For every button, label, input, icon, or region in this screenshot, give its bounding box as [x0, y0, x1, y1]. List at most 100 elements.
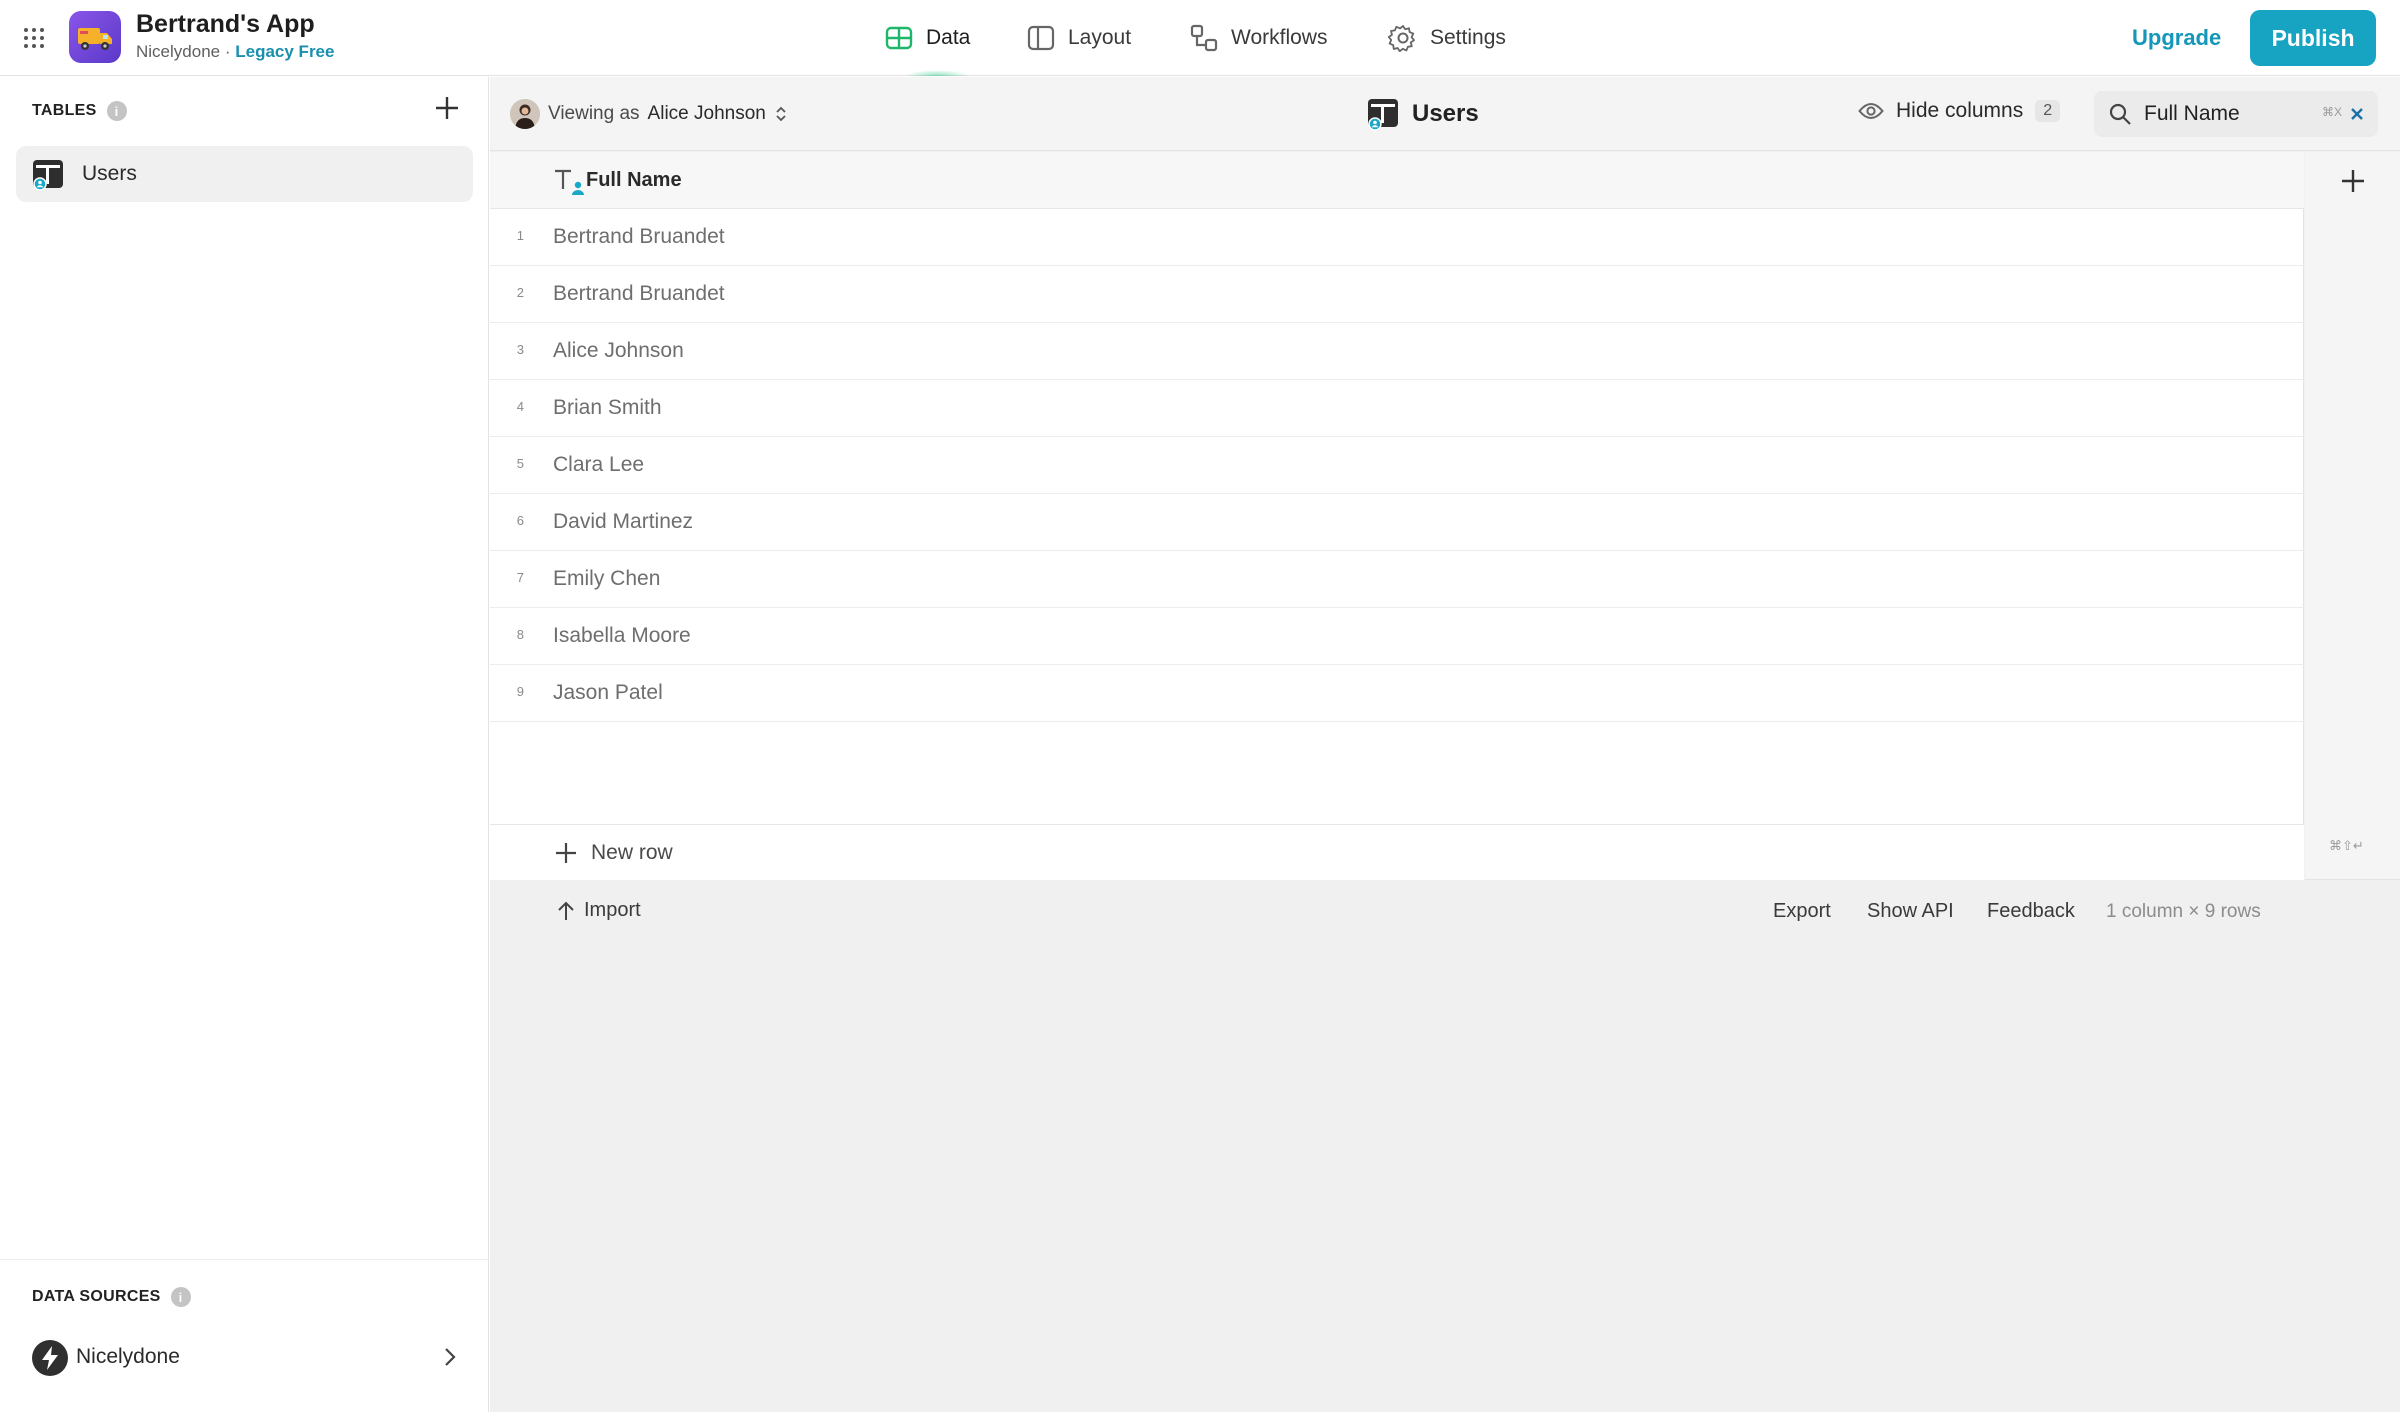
import-label: Import [584, 899, 641, 921]
eye-icon [1858, 103, 1884, 119]
cell-full-name[interactable]: Alice Johnson [553, 339, 684, 363]
plan-badge[interactable]: Legacy Free [235, 42, 334, 61]
truck-icon [78, 28, 112, 50]
data-source-item-nicelydone[interactable]: Nicelydone [16, 1331, 473, 1383]
viewing-as-selector[interactable]: Viewing as Alice Johnson [510, 99, 788, 129]
user-avatar-icon [510, 99, 540, 129]
cell-full-name[interactable]: Brian Smith [553, 396, 662, 420]
text-user-column-icon [555, 169, 584, 195]
new-row-label: New row [591, 841, 673, 864]
tables-section-title: TABLES i [32, 101, 127, 121]
table-row[interactable]: 9 Jason Patel [490, 665, 2304, 722]
table-row[interactable]: 6 David Martinez [490, 494, 2304, 551]
add-column-button[interactable] [2338, 166, 2368, 196]
column-header-full-name[interactable]: Full Name [490, 152, 2304, 209]
tables-title-label: TABLES [32, 102, 97, 119]
grid-menu-icon[interactable] [22, 26, 46, 50]
arrow-up-icon [558, 901, 574, 920]
app-subtitle: Nicelydone · Legacy Free [136, 42, 334, 62]
tab-layout[interactable]: Layout [1026, 0, 1131, 76]
cell-full-name[interactable]: Emily Chen [553, 567, 660, 591]
table-row[interactable]: 8 Isabella Moore [490, 608, 2304, 665]
feedback-link[interactable]: Feedback [1987, 900, 2075, 923]
info-icon[interactable]: i [106, 101, 127, 121]
users-table-icon [1368, 99, 1398, 131]
table-title: Users [1366, 97, 1479, 131]
cell-full-name[interactable]: Isabella Moore [553, 624, 691, 648]
add-column-panel: ⌘⇧↵ [2305, 152, 2400, 880]
plus-icon [2342, 170, 2364, 192]
app-name[interactable]: Bertrand's App [136, 10, 315, 39]
column-header-label: Full Name [586, 169, 682, 191]
tab-settings-label: Settings [1430, 26, 1506, 49]
table-title-label: Users [1412, 100, 1479, 127]
row-number: 5 [516, 456, 524, 471]
upgrade-link[interactable]: Upgrade [2132, 25, 2221, 51]
table-row[interactable]: 1 Bertrand Bruandet [490, 209, 2304, 266]
tab-data[interactable]: Data [884, 0, 971, 76]
plus-icon [436, 97, 458, 119]
workflow-icon [1190, 24, 1218, 52]
row-number: 7 [516, 570, 524, 585]
info-icon[interactable]: i [170, 1287, 191, 1307]
cell-full-name[interactable]: David Martinez [553, 510, 693, 534]
avatar [510, 99, 540, 129]
users-table-icon [33, 160, 63, 191]
data-source-label: Nicelydone [76, 1345, 180, 1368]
table-row[interactable]: 3 Alice Johnson [490, 323, 2304, 380]
add-table-button[interactable] [432, 93, 462, 123]
cell-full-name[interactable]: Jason Patel [553, 681, 663, 705]
cell-full-name[interactable]: Clara Lee [553, 453, 644, 477]
chevron-updown-icon [776, 106, 786, 122]
row-number: 9 [516, 684, 524, 699]
search-shortcut-hint: ⌘X [2321, 105, 2342, 119]
table-icon [885, 26, 913, 50]
gear-icon [1388, 25, 1415, 53]
show-api-link[interactable]: Show API [1867, 900, 1954, 923]
search-icon [2109, 103, 2131, 125]
close-icon[interactable] [2348, 105, 2366, 123]
chevron-right-icon [445, 1348, 456, 1366]
hide-columns-button[interactable]: Hide columns 2 [1858, 99, 2061, 123]
search-box[interactable]: ⌘X [2094, 91, 2378, 137]
cell-full-name[interactable]: Bertrand Bruandet [553, 225, 725, 249]
export-link[interactable]: Export [1773, 900, 1831, 923]
row-number: 1 [516, 228, 524, 243]
publish-button[interactable]: Publish [2250, 10, 2376, 66]
table-row[interactable]: 2 Bertrand Bruandet [490, 266, 2304, 323]
tab-layout-label: Layout [1068, 26, 1132, 49]
app-logo[interactable] [69, 11, 121, 63]
new-row-button[interactable]: New row [490, 824, 2304, 880]
table-row[interactable]: 5 Clara Lee [490, 437, 2304, 494]
table-footer: Import Export Show API Feedback 1 column… [490, 881, 2400, 941]
plus-icon [556, 843, 576, 863]
bolt-icon [32, 1340, 68, 1376]
row-number: 4 [516, 399, 524, 414]
hide-columns-label: Hide columns [1896, 99, 2024, 122]
data-sources-title-label: DATA SOURCES [32, 1288, 161, 1305]
search-input[interactable] [2144, 102, 2314, 126]
cell-full-name[interactable]: Bertrand Bruandet [553, 282, 725, 306]
hidden-columns-count: 2 [2035, 100, 2061, 122]
org-name: Nicelydone [136, 42, 221, 61]
tab-data-label: Data [926, 26, 971, 49]
import-button[interactable]: Import [556, 899, 641, 922]
main-area: Viewing as Alice Johnson Users Hide colu… [490, 77, 2400, 1412]
layout-icon [1027, 25, 1055, 51]
row-number: 3 [516, 342, 524, 357]
sidebar-item-label: Users [82, 162, 137, 185]
sidebar: TABLES i Users DATA SOURCES i Nicelydone [0, 77, 489, 1412]
viewing-user-name: Alice Johnson [647, 103, 766, 124]
row-number: 6 [516, 513, 524, 528]
sidebar-item-users[interactable]: Users [16, 146, 473, 202]
table-row[interactable]: 7 Emily Chen [490, 551, 2304, 608]
tab-workflows-label: Workflows [1231, 26, 1328, 49]
top-bar: Bertrand's App Nicelydone · Legacy Free … [0, 0, 2400, 76]
data-sources-section-title: DATA SOURCES i [32, 1287, 191, 1307]
tab-settings[interactable]: Settings [1388, 0, 1506, 76]
row-number: 8 [516, 627, 524, 642]
separator: · [224, 42, 231, 61]
tab-workflows[interactable]: Workflows [1189, 0, 1327, 76]
table-row[interactable]: 4 Brian Smith [490, 380, 2304, 437]
data-grid: Full Name 1 Bertrand Bruandet 2 Bertrand… [490, 152, 2304, 880]
